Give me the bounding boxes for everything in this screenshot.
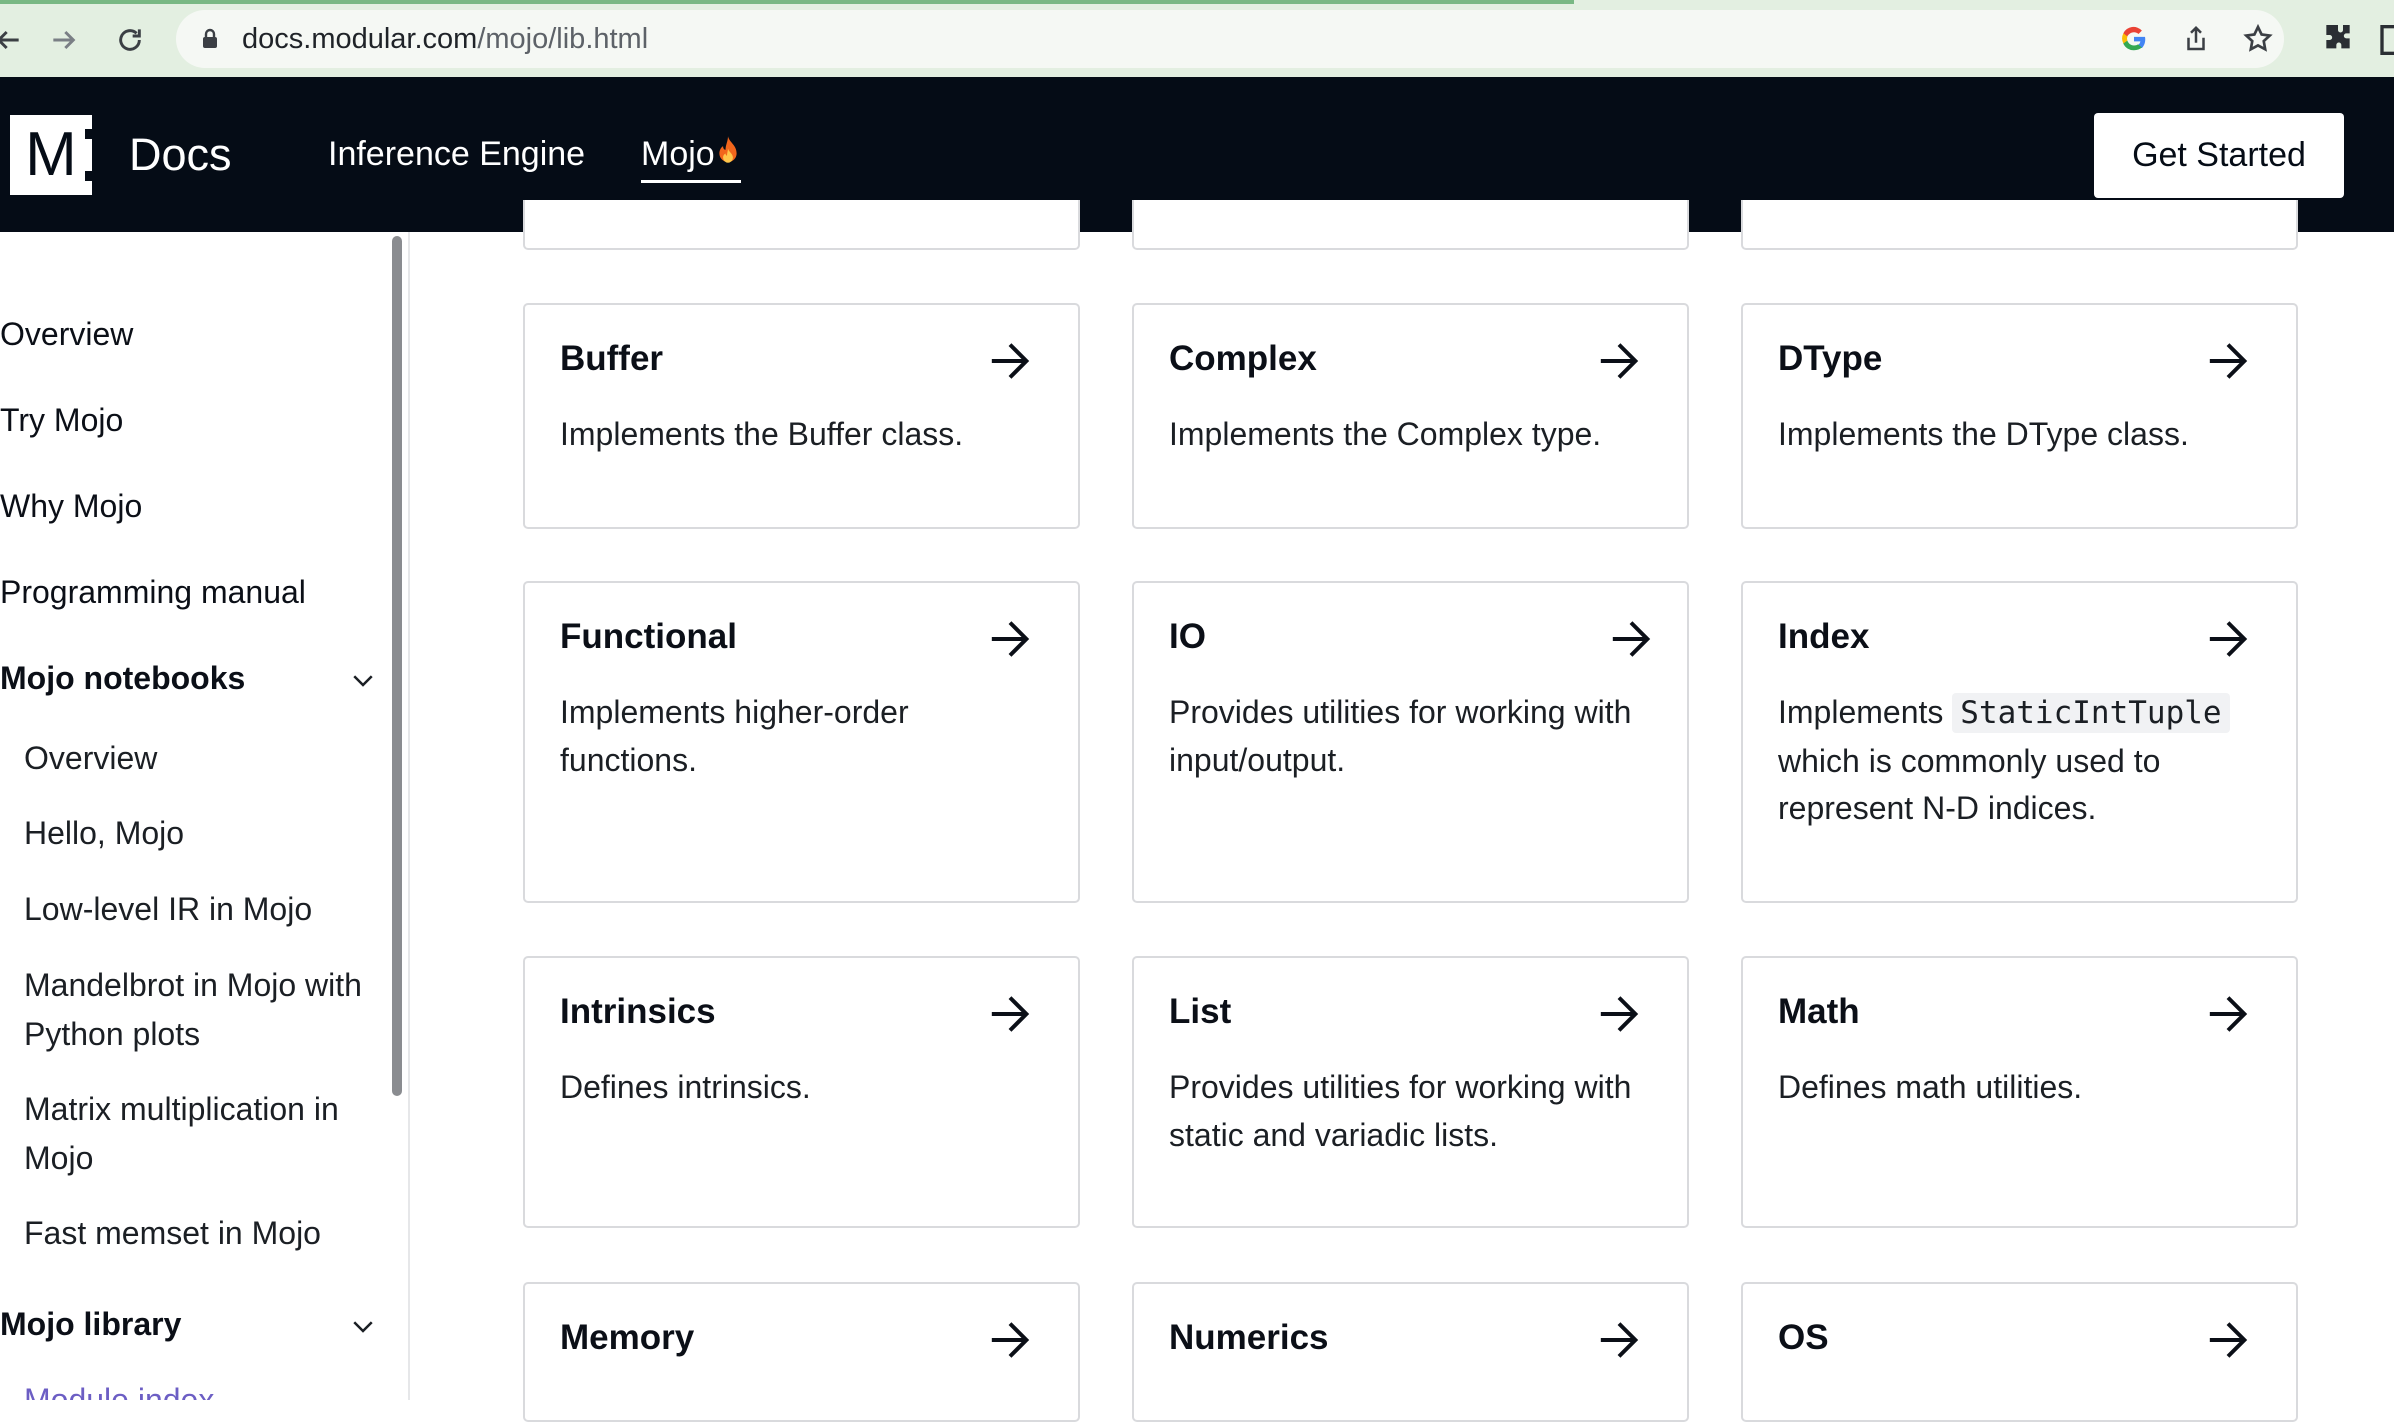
sidebar-library-module-index[interactable]: Module index <box>24 1382 214 1400</box>
sidebar: Overview Try Mojo Why Mojo Programming m… <box>0 232 410 1400</box>
card-title: OS <box>1778 1318 1829 1357</box>
card-title: DType <box>1778 339 1883 378</box>
sidebar-item-programming-manual[interactable]: Programming manual <box>0 574 306 611</box>
sidebar-notebook-overview[interactable]: Overview <box>24 734 364 783</box>
card-description: Implements the Buffer class. <box>560 416 964 452</box>
reload-button[interactable] <box>108 18 152 62</box>
module-card-os[interactable]: OS <box>1741 1282 2298 1422</box>
card-title: Functional <box>560 617 737 656</box>
card-title: Math <box>1778 992 1860 1031</box>
sidebar-item-try-mojo[interactable]: Try Mojo <box>0 402 123 439</box>
back-button[interactable] <box>0 18 30 62</box>
arrow-right-icon <box>991 996 1030 1032</box>
arrow-right-icon <box>2209 343 2248 379</box>
nav-inference-engine[interactable]: Inference Engine <box>328 135 585 174</box>
card-title: Buffer <box>560 339 664 378</box>
card-description: Provides utilities for working with stat… <box>1169 1069 1632 1153</box>
sidebar-notebook-hello-mojo[interactable]: Hello, Mojo <box>24 809 364 858</box>
back-arrow-icon <box>0 30 19 50</box>
card-title: Intrinsics <box>560 992 716 1031</box>
card-description: Defines math utilities. <box>1778 1069 2083 1105</box>
sidebar-scrollbar[interactable] <box>392 236 402 1096</box>
inline-code: StaticIntTuple <box>1952 693 2230 733</box>
nav-mojo[interactable]: Mojo <box>641 135 741 183</box>
module-card-complex[interactable]: Complex Implements the Complex type. <box>1132 303 1689 529</box>
arrow-right-icon <box>2209 996 2248 1032</box>
reload-icon <box>119 29 141 51</box>
module-card-numerics[interactable]: Numerics <box>1132 1282 1689 1422</box>
card-title: IO <box>1169 617 1206 656</box>
module-card-memory[interactable]: Memory <box>523 1282 1080 1422</box>
module-card-index[interactable]: Index Implements StaticIntTuple which is… <box>1741 581 2298 903</box>
module-card-io[interactable]: IO Provides utilities for working with i… <box>1132 581 1689 903</box>
arrow-right-icon <box>991 1322 1030 1358</box>
address-bar[interactable]: docs.modular.com/mojo/lib.html <box>176 10 2284 68</box>
sidebar-item-overview[interactable]: Overview <box>0 316 133 353</box>
logo-letter: M <box>25 120 77 189</box>
sidebar-notebook-memset[interactable]: Fast memset in Mojo <box>24 1209 364 1258</box>
card-title: Memory <box>560 1318 695 1357</box>
module-card-math[interactable]: Math Defines math utilities. <box>1741 956 2298 1228</box>
nav-mojo-label: Mojo <box>641 135 715 173</box>
sidebar-section-notebooks[interactable]: Mojo notebooks <box>0 660 245 697</box>
docs-logo-text[interactable]: Docs <box>129 129 232 181</box>
arrow-right-icon <box>1612 621 1651 657</box>
forward-arrow-icon <box>53 30 76 50</box>
card-description: Defines intrinsics. <box>560 1069 811 1105</box>
chevron-down-icon[interactable] <box>348 665 378 695</box>
arrow-right-icon <box>1600 996 1639 1032</box>
card-title: Numerics <box>1169 1318 1329 1357</box>
card-title: Complex <box>1169 339 1317 378</box>
url-path: /mojo/lib.html <box>477 23 649 55</box>
chevron-down-icon[interactable] <box>348 1311 378 1341</box>
page-load-progress <box>0 0 1574 4</box>
sidebar-section-library[interactable]: Mojo library <box>0 1306 181 1343</box>
sidebar-notebook-mandelbrot[interactable]: Mandelbrot in Mojo with Python plots <box>24 961 364 1059</box>
side-panel-icon[interactable] <box>2380 20 2394 60</box>
module-card-buffer[interactable]: Buffer Implements the Buffer class. <box>523 303 1080 529</box>
sidebar-item-why-mojo[interactable]: Why Mojo <box>0 488 142 525</box>
google-icon[interactable] <box>2114 19 2154 59</box>
bookmark-star-icon[interactable] <box>2238 19 2278 59</box>
card-partial[interactable] <box>523 200 1080 250</box>
sidebar-notebook-low-level-ir[interactable]: Low-level IR in Mojo <box>24 885 364 934</box>
logo-notch-bottom <box>85 171 93 181</box>
module-card-dtype[interactable]: DType Implements the DType class. <box>1741 303 2298 529</box>
arrow-right-icon <box>991 621 1030 657</box>
card-description: Implements higher-order functions. <box>560 694 909 778</box>
arrow-right-icon <box>1600 1322 1639 1358</box>
share-icon[interactable] <box>2176 19 2216 59</box>
logo-notch-top <box>85 129 93 139</box>
card-description: Implements the DType class. <box>1778 416 2189 452</box>
forward-button[interactable] <box>42 18 86 62</box>
card-description-suffix: which is commonly used to represent N-D … <box>1778 742 2161 827</box>
module-card-intrinsics[interactable]: Intrinsics Defines intrinsics. <box>523 956 1080 1228</box>
arrow-right-icon <box>2209 621 2248 657</box>
arrow-right-icon <box>1600 343 1639 379</box>
module-card-list[interactable]: List Provides utilities for working with… <box>1132 956 1689 1228</box>
sidebar-notebook-matmul[interactable]: Matrix multiplication in Mojo <box>24 1085 364 1183</box>
browser-chrome: docs.modular.com/mojo/lib.html <box>0 0 2394 77</box>
fire-emoji-icon <box>719 136 737 163</box>
url-host: docs.modular.com <box>242 23 478 55</box>
module-card-functional[interactable]: Functional Implements higher-order funct… <box>523 581 1080 903</box>
get-started-button[interactable]: Get Started <box>2094 113 2344 198</box>
lock-icon <box>203 28 217 48</box>
card-description: Provides utilities for working with inpu… <box>1169 694 1632 778</box>
card-title: List <box>1169 992 1232 1031</box>
url-text: docs.modular.com/mojo/lib.html <box>242 23 648 56</box>
card-partial[interactable] <box>1132 200 1689 250</box>
modular-logo[interactable]: M <box>10 115 93 195</box>
card-partial[interactable] <box>1741 200 2298 250</box>
card-description: Implements StaticIntTuple which is commo… <box>1778 689 2248 833</box>
card-description: Implements the Complex type. <box>1169 416 1602 452</box>
arrow-right-icon <box>991 343 1030 379</box>
card-title: Index <box>1778 617 1870 656</box>
card-description-prefix: Implements <box>1778 694 1944 730</box>
extensions-puzzle-icon[interactable] <box>2318 20 2358 60</box>
arrow-right-icon <box>2209 1322 2248 1358</box>
